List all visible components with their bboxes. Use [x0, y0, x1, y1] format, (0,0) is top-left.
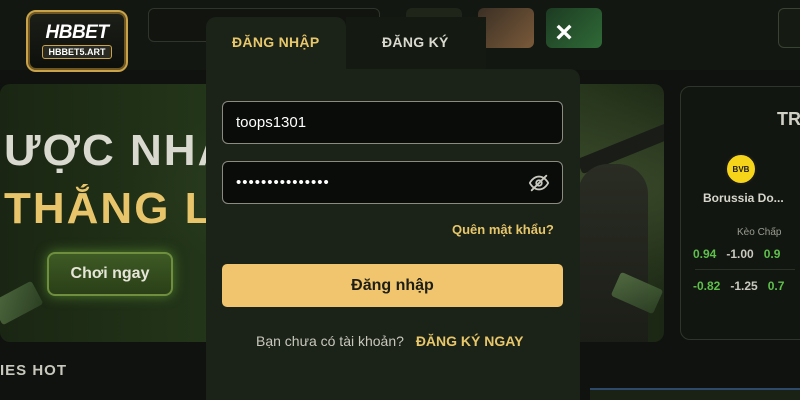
site-logo[interactable]: HBBET HBBET5.ART [26, 10, 128, 72]
match-card[interactable]: TR BVB Borussia Do... Kèo Chấp 0.94 -1.0… [680, 86, 800, 340]
money-graphic [0, 280, 44, 326]
odds-handicap: -1.00 [726, 247, 754, 261]
login-button[interactable]: Đăng nhập [222, 264, 563, 307]
odds-label: Kèo Chấp [737, 227, 782, 238]
odds-handicap: -1.25 [730, 279, 758, 293]
odds-row: -0.82 -1.25 0.7 [693, 279, 784, 293]
top-right-button[interactable] [778, 8, 800, 48]
promo-tile[interactable] [478, 8, 534, 48]
no-account-text: Bạn chưa có tài khoản? [256, 333, 404, 349]
register-now-link[interactable]: ĐĂNG KÝ NGAY [416, 333, 524, 349]
team-name: Borussia Do... [703, 191, 784, 205]
bottom-strip [590, 388, 800, 400]
soldier-graphic [578, 164, 648, 342]
signup-row: Bạn chưa có tài khoản? ĐĂNG KÝ NGAY [256, 333, 523, 349]
password-field[interactable]: ••••••••••••••• [222, 161, 563, 204]
odds-value[interactable]: 0.7 [768, 279, 785, 293]
forgot-password-link[interactable]: Quên mật khẩu? [452, 222, 554, 237]
tab-register[interactable]: ĐĂNG KÝ [382, 34, 449, 50]
eye-off-icon[interactable] [528, 172, 550, 194]
play-now-button[interactable]: Chơi ngay [47, 252, 173, 296]
odds-value[interactable]: 0.94 [693, 247, 716, 261]
close-icon[interactable]: × [545, 14, 583, 52]
club-crest-icon: BVB [725, 153, 757, 185]
logo-domain: HBBET5.ART [42, 45, 112, 59]
username-field[interactable]: toops1301 [222, 101, 563, 144]
logo-text: HBBET [45, 22, 109, 43]
odds-divider [695, 269, 795, 270]
odds-value[interactable]: -0.82 [693, 279, 720, 293]
section-title: IES HOT [0, 362, 68, 379]
match-card-title: TR [777, 109, 800, 129]
tab-login[interactable]: ĐĂNG NHẬP [232, 34, 319, 50]
password-value: ••••••••••••••• [236, 174, 330, 191]
odds-value[interactable]: 0.9 [764, 247, 781, 261]
odds-row: 0.94 -1.00 0.9 [693, 247, 780, 261]
